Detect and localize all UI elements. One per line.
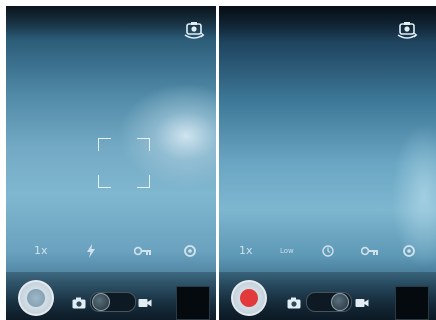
camera-viewfinder-video[interactable]: 1x Low: [219, 6, 436, 320]
video-icon[interactable]: [355, 294, 369, 307]
toggle-knob: [92, 293, 110, 311]
timer-icon[interactable]: [321, 240, 335, 262]
zoom-label[interactable]: 1x: [34, 240, 48, 262]
record-button[interactable]: [231, 280, 267, 316]
mode-toggle[interactable]: [306, 292, 352, 312]
switch-camera-icon[interactable]: [395, 20, 419, 42]
shutter-button[interactable]: [18, 280, 54, 316]
switch-camera-icon[interactable]: [182, 20, 206, 42]
camera-icon[interactable]: [287, 294, 301, 309]
record-dot: [240, 289, 258, 307]
settings-icon[interactable]: [402, 240, 416, 262]
settings-icon[interactable]: [183, 240, 197, 262]
video-icon[interactable]: [138, 294, 152, 307]
white-balance-icon[interactable]: [134, 240, 152, 262]
gallery-thumbnail[interactable]: [395, 286, 429, 320]
toggle-knob: [331, 293, 349, 311]
gallery-thumbnail[interactable]: [176, 286, 210, 320]
flash-icon[interactable]: [84, 240, 98, 262]
settings-row: 1x: [6, 240, 216, 262]
zoom-label[interactable]: 1x: [239, 240, 253, 262]
settings-row: 1x Low: [219, 240, 436, 262]
camera-icon[interactable]: [72, 294, 86, 309]
shutter-core: [27, 289, 45, 307]
mode-toggle[interactable]: [90, 292, 136, 312]
white-balance-icon[interactable]: [361, 240, 379, 262]
bottom-controls: [6, 272, 216, 320]
video-quality-label[interactable]: Low: [280, 240, 294, 262]
focus-frame: [98, 138, 150, 188]
bottom-controls: [219, 272, 436, 320]
camera-viewfinder-photo[interactable]: 1x: [6, 6, 216, 320]
